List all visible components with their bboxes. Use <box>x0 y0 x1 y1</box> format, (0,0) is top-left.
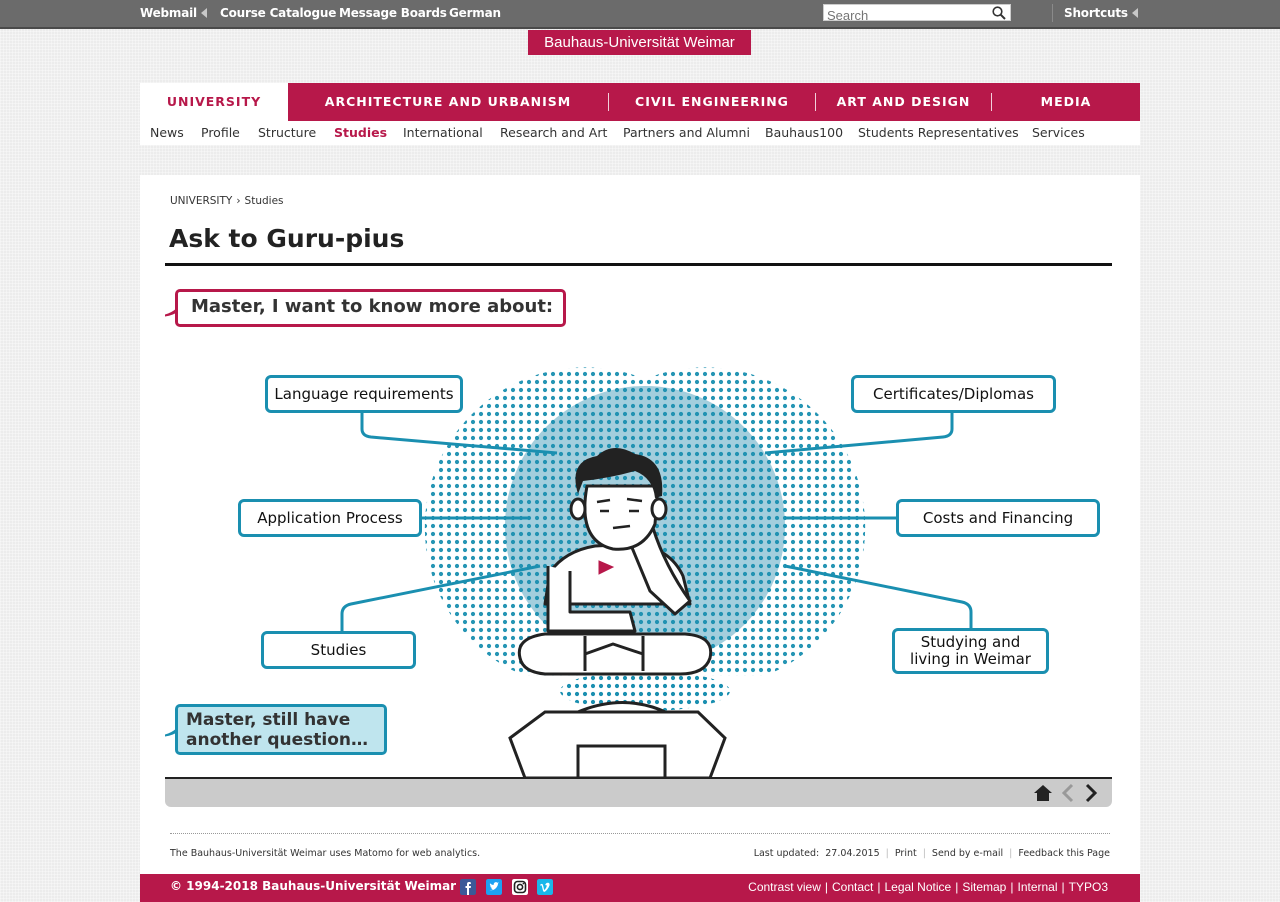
university-logo[interactable]: Bauhaus-Universität Weimar <box>528 30 751 55</box>
breadcrumb-separator: › <box>236 195 241 207</box>
divider <box>1052 4 1053 22</box>
legal-notice-link[interactable]: Legal Notice <box>884 880 951 894</box>
triangle-left-icon <box>1132 8 1138 18</box>
nav-art-design[interactable]: ART AND DESIGN <box>816 83 991 121</box>
triangle-left-icon <box>201 8 207 18</box>
twitter-icon[interactable] <box>486 879 502 895</box>
home-icon[interactable] <box>1033 783 1053 803</box>
subnav-bauhaus100[interactable]: Bauhaus100 <box>765 125 843 140</box>
footer: © 1994-2018 Bauhaus-Universität Weimar C… <box>140 874 1140 902</box>
search-icon[interactable] <box>992 6 1006 20</box>
topic-studies[interactable]: Studies <box>261 631 416 669</box>
subnav-structure[interactable]: Structure <box>258 125 316 140</box>
divider: | <box>877 880 881 894</box>
subnav-international[interactable]: International <box>403 125 483 140</box>
chevron-left-icon[interactable] <box>1060 783 1076 803</box>
subnav-research-art[interactable]: Research and Art <box>500 125 607 140</box>
vimeo-icon[interactable] <box>537 879 553 895</box>
another-question-line-1: Master, still have <box>186 710 351 730</box>
another-question-line-2: another question… <box>186 730 368 750</box>
subnav-profile[interactable]: Profile <box>201 125 240 140</box>
breadcrumb-studies[interactable]: Studies <box>245 195 284 207</box>
german-link[interactable]: German <box>449 6 501 20</box>
course-catalogue-link[interactable]: Course Catalogue <box>220 6 336 20</box>
page-title: Ask to Guru-pius <box>169 224 405 253</box>
content-panel: UNIVERSITY › Studies Ask to Guru-pius Ma… <box>140 175 1140 874</box>
topic-application-process[interactable]: Application Process <box>238 499 422 537</box>
sitemap-link[interactable]: Sitemap <box>962 880 1006 894</box>
page-meta: Last updated: 27.04.2015 | Print | Send by e… <box>748 848 1110 859</box>
divider: | <box>1010 880 1014 894</box>
message-boards-link[interactable]: Message Boards <box>339 6 447 20</box>
chevron-right-icon[interactable] <box>1083 783 1099 803</box>
guru-stage: Master, I want to know more about: Maste… <box>165 266 1112 778</box>
subnav-students-representatives[interactable]: Students Representatives <box>858 125 1019 140</box>
nav-university[interactable]: UNIVERSITY <box>140 83 288 121</box>
internal-link[interactable]: Internal <box>1017 880 1057 894</box>
breadcrumb: UNIVERSITY › Studies <box>170 195 288 207</box>
guru-control-bar <box>165 777 1112 807</box>
subnav-partners-alumni[interactable]: Partners and Alumni <box>623 125 750 140</box>
topic-living-line-1: Studying and <box>920 633 1021 651</box>
info-divider <box>170 833 1110 834</box>
nav-architecture[interactable]: ARCHITECTURE AND URBANISM <box>288 83 608 121</box>
last-updated-date: 27.04.2015 <box>825 848 880 859</box>
sub-nav: News Profile Structure Studies Internati… <box>140 121 1140 145</box>
shortcuts-link[interactable]: Shortcuts <box>1064 6 1128 20</box>
contrast-view-link[interactable]: Contrast view <box>748 880 821 894</box>
feedback-link[interactable]: Feedback this Page <box>1012 848 1110 859</box>
topic-living-line-2: living in Weimar <box>910 650 1031 668</box>
topic-costs-financing[interactable]: Costs and Financing <box>896 499 1100 537</box>
search-box <box>823 4 1011 23</box>
footer-links: Contrast view | Contact | Legal Notice | Sitem… <box>748 880 1108 894</box>
nav-media[interactable]: MEDIA <box>992 83 1140 121</box>
top-bar: Webmail Course Catalogue Message Boards … <box>0 0 1280 29</box>
typo3-link[interactable]: TYPO3 <box>1069 880 1108 894</box>
breadcrumb-university[interactable]: UNIVERSITY <box>170 195 232 207</box>
print-link[interactable]: Print <box>889 848 923 859</box>
bubble-tail-icon <box>165 308 177 317</box>
subnav-services[interactable]: Services <box>1032 125 1085 140</box>
webmail-link[interactable]: Webmail <box>140 6 197 20</box>
instagram-icon[interactable] <box>512 879 528 895</box>
matomo-notice: The Bauhaus-Universität Weimar uses Mato… <box>170 848 481 859</box>
copyright: © 1994-2018 Bauhaus-Universität Weimar <box>170 879 457 893</box>
topic-language-requirements[interactable]: Language requirements <box>265 375 463 413</box>
subnav-news[interactable]: News <box>150 125 184 140</box>
topic-certificates-diplomas[interactable]: Certificates/Diplomas <box>851 375 1056 413</box>
search-input[interactable] <box>824 8 987 23</box>
bubble-tail-icon <box>165 728 177 737</box>
nav-civil-engineering[interactable]: CIVIL ENGINEERING <box>609 83 815 121</box>
send-email-link[interactable]: Send by e-mail <box>926 848 1009 859</box>
subnav-studies[interactable]: Studies <box>334 125 387 140</box>
divider: | <box>824 880 828 894</box>
divider: | <box>955 880 959 894</box>
contact-link[interactable]: Contact <box>832 880 873 894</box>
facebook-icon[interactable] <box>460 879 476 895</box>
question-bubble: Master, I want to know more about: <box>175 289 566 327</box>
main-nav: UNIVERSITY ARCHITECTURE AND URBANISM CIV… <box>140 83 1140 121</box>
divider: | <box>1061 880 1065 894</box>
another-question-bubble[interactable]: Master, still have another question… <box>175 704 387 755</box>
last-updated-label: Last updated: <box>753 848 820 859</box>
topic-studying-living-weimar[interactable]: Studying and living in Weimar <box>892 628 1049 674</box>
last-updated: Last updated: 27.04.2015 <box>748 848 886 859</box>
